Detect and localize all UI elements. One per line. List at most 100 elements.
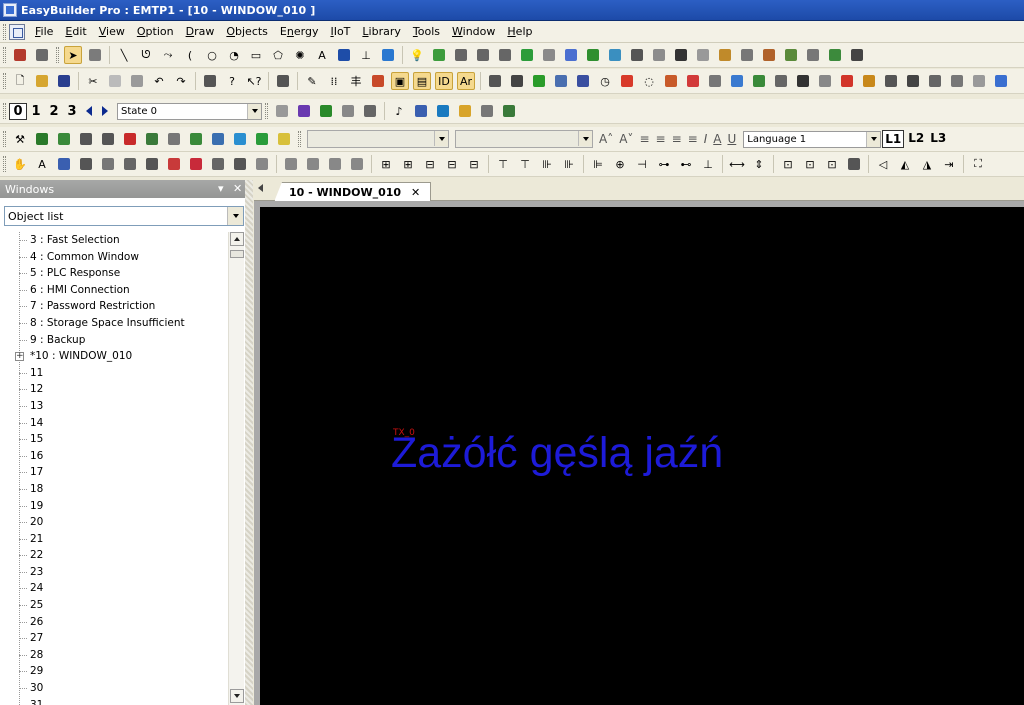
- tree-item[interactable]: 16: [5, 448, 242, 465]
- database-icon[interactable]: [904, 72, 922, 90]
- toolbar-grip[interactable]: [56, 47, 59, 63]
- tree-item[interactable]: 14: [5, 415, 242, 432]
- chevron-down-icon[interactable]: [247, 103, 261, 119]
- tree-item[interactable]: 4 : Common Window: [5, 249, 242, 266]
- show-frame-icon[interactable]: [369, 72, 387, 90]
- tree-item[interactable]: 25: [5, 597, 242, 614]
- clock-icon[interactable]: [694, 46, 712, 64]
- label-tag-icon[interactable]: [456, 102, 474, 120]
- toolbar-grip[interactable]: [3, 73, 6, 89]
- multi-state-icon[interactable]: [518, 46, 536, 64]
- toolbar-grip[interactable]: [265, 103, 268, 119]
- email-icon[interactable]: [209, 155, 227, 173]
- distribute-v-icon[interactable]: ⊷: [677, 155, 695, 173]
- show-label-icon[interactable]: ▤: [413, 72, 431, 90]
- tree-item[interactable]: 30: [5, 680, 242, 697]
- xy-plot-icon[interactable]: [662, 72, 680, 90]
- scheduler-icon[interactable]: [77, 155, 95, 173]
- offline-sim-icon[interactable]: [508, 72, 526, 90]
- bit-lamp-icon[interactable]: 💡: [408, 46, 426, 64]
- set-word-icon[interactable]: [474, 46, 492, 64]
- network-icon[interactable]: [209, 130, 227, 148]
- make-same-size-icon[interactable]: ⊪: [538, 155, 556, 173]
- align-bottom-icon[interactable]: ⊟: [465, 155, 483, 173]
- tools-icon[interactable]: ⚒: [11, 130, 29, 148]
- flip-h-icon[interactable]: ◭: [896, 155, 914, 173]
- image-list-icon[interactable]: [478, 102, 496, 120]
- shrink-font-icon[interactable]: A˅: [619, 132, 633, 146]
- tree-item[interactable]: 24: [5, 580, 242, 597]
- recipe-db-icon[interactable]: [165, 155, 183, 173]
- tree-item[interactable]: 5 : PLC Response: [5, 265, 242, 282]
- monitor-icon[interactable]: [794, 72, 812, 90]
- properties-icon[interactable]: [86, 46, 104, 64]
- shape-library-icon[interactable]: [295, 102, 313, 120]
- help-icon[interactable]: ?: [223, 72, 241, 90]
- arc-tool-icon[interactable]: ⤳: [159, 46, 177, 64]
- remote-icon[interactable]: [231, 130, 249, 148]
- state-0-button[interactable]: 0: [9, 102, 27, 120]
- bring-front-icon[interactable]: [282, 155, 300, 173]
- align-middle-icon[interactable]: ⊟: [443, 155, 461, 173]
- cut-icon[interactable]: ✂: [84, 72, 102, 90]
- tree-item[interactable]: 3 : Fast Selection: [5, 232, 242, 249]
- combo-icon[interactable]: [782, 46, 800, 64]
- menu-objects[interactable]: Objects: [220, 22, 274, 42]
- document-menu-icon[interactable]: [9, 23, 25, 40]
- paste-icon[interactable]: [128, 72, 146, 90]
- tree-item[interactable]: 31: [5, 697, 242, 705]
- bar-graph-icon[interactable]: [750, 72, 768, 90]
- polygon-tool-icon[interactable]: ⬠: [269, 46, 287, 64]
- menubar-grip[interactable]: [3, 23, 6, 40]
- video-icon[interactable]: [672, 46, 690, 64]
- history-icon[interactable]: [738, 46, 756, 64]
- flip-v-icon[interactable]: ◮: [918, 155, 936, 173]
- table-view-icon[interactable]: [187, 130, 205, 148]
- menu-energy[interactable]: Energy: [274, 22, 325, 42]
- level-l2-button[interactable]: L2: [906, 130, 926, 148]
- grow-font-icon[interactable]: A˄: [599, 132, 613, 146]
- close-icon[interactable]: ✕: [233, 182, 242, 195]
- ungroup-icon[interactable]: ⊞: [399, 155, 417, 173]
- online-sim-icon[interactable]: [530, 72, 548, 90]
- set-bit-icon[interactable]: [452, 46, 470, 64]
- tree-item[interactable]: 9 : Backup: [5, 332, 242, 349]
- tab-window-010[interactable]: 10 - WINDOW_010 ✕: [274, 182, 432, 202]
- text-tool-icon[interactable]: A: [313, 46, 331, 64]
- security-icon[interactable]: [231, 155, 249, 173]
- compile-icon[interactable]: [486, 72, 504, 90]
- expand-icon[interactable]: +: [15, 352, 24, 362]
- target-icon[interactable]: [684, 72, 702, 90]
- menu-draw[interactable]: Draw: [180, 22, 221, 42]
- toolbar-grip[interactable]: [3, 156, 6, 172]
- chevron-down-icon[interactable]: [434, 131, 448, 146]
- recipe-icon[interactable]: [760, 46, 778, 64]
- home-icon[interactable]: [143, 155, 161, 173]
- bars-icon[interactable]: [500, 102, 518, 120]
- function-key-icon[interactable]: [540, 46, 558, 64]
- copy-icon[interactable]: [106, 72, 124, 90]
- save-icon[interactable]: [55, 72, 73, 90]
- chart-icon[interactable]: [574, 72, 592, 90]
- make-same-height-icon[interactable]: ⊤: [516, 155, 534, 173]
- scroll-down-icon[interactable]: [230, 689, 244, 703]
- tree-item[interactable]: 20: [5, 514, 242, 531]
- tree-item[interactable]: 8 : Storage Space Insufficient: [5, 315, 242, 332]
- menu-tools[interactable]: Tools: [407, 22, 446, 42]
- grid-icon[interactable]: ⁞⁞: [325, 72, 343, 90]
- opc-icon[interactable]: [275, 130, 293, 148]
- object-list-select[interactable]: Object list: [4, 206, 244, 226]
- tree-item[interactable]: 21: [5, 531, 242, 548]
- underline-icon[interactable]: U: [727, 132, 736, 146]
- tree-item[interactable]: 17: [5, 464, 242, 481]
- menu-view[interactable]: View: [93, 22, 131, 42]
- lock-icon[interactable]: [845, 155, 863, 173]
- tree-item[interactable]: + *10 : WINDOW_010: [5, 348, 242, 365]
- new-file-icon[interactable]: 🗋: [11, 72, 29, 90]
- next-state-icon[interactable]: [102, 106, 108, 116]
- rotate-right-icon[interactable]: ⇥: [940, 155, 958, 173]
- pie-chart-icon[interactable]: [618, 72, 636, 90]
- time-sync-icon[interactable]: [253, 155, 271, 173]
- pointer-icon[interactable]: [816, 72, 834, 90]
- window-icon[interactable]: [728, 72, 746, 90]
